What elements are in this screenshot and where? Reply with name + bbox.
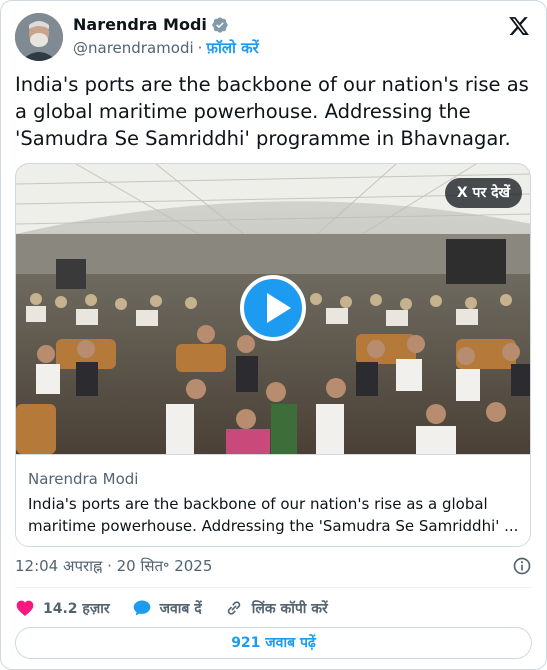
embedded-post-card: Narendra Modi @narendramodi · फ़ॉलो करें… xyxy=(0,0,547,670)
post-text: India's ports are the backbone of our na… xyxy=(15,73,529,150)
action-bar: 14.2 हज़ार जवाब दें लिंक कॉपी करें xyxy=(15,595,532,621)
info-icon[interactable] xyxy=(512,556,532,576)
verified-badge-icon xyxy=(212,16,228,33)
video-thumbnail[interactable]: X पर देखें xyxy=(16,164,530,454)
name-row: Narendra Modi xyxy=(73,15,229,34)
watch-on-x-button[interactable]: X पर देखें xyxy=(444,178,522,208)
like-button[interactable]: 14.2 हज़ार xyxy=(15,598,110,618)
handle-row: @narendramodi · फ़ॉलो करें xyxy=(73,38,259,58)
avatar[interactable] xyxy=(15,13,63,61)
reply-button[interactable]: जवाब दें xyxy=(132,598,202,618)
copy-link-button[interactable]: लिंक कॉपी करें xyxy=(224,598,328,618)
play-icon xyxy=(267,293,291,323)
link-icon xyxy=(227,601,240,615)
link-preview-description: India's ports are the backbone of our na… xyxy=(28,495,519,535)
x-logo-icon[interactable] xyxy=(508,15,530,37)
like-count: 14.2 हज़ार xyxy=(43,600,110,617)
media-card[interactable]: X पर देखें Narendra Modi India's ports a… xyxy=(15,163,531,547)
speech-bubble-icon xyxy=(133,600,150,616)
copy-link-label: लिंक कॉपी करें xyxy=(251,600,328,617)
divider xyxy=(15,587,532,588)
follow-button[interactable]: फ़ॉलो करें xyxy=(206,38,258,58)
link-preview[interactable]: Narendra Modi India's ports are the back… xyxy=(16,454,530,546)
post-header: Narendra Modi @narendramodi · फ़ॉलो करें xyxy=(15,13,532,61)
author-handle[interactable]: @narendramodi xyxy=(73,39,194,57)
reply-label: जवाब दें xyxy=(159,600,202,617)
heart-icon xyxy=(16,600,34,616)
play-button[interactable] xyxy=(240,275,306,341)
timestamp[interactable]: 12:04 अपराह्न · 20 सित॰ 2025 xyxy=(15,556,212,576)
link-preview-site: Narendra Modi xyxy=(28,470,139,488)
separator: · xyxy=(197,39,203,57)
read-replies-button[interactable]: 921 जवाब पढ़ें xyxy=(15,627,532,659)
timestamp-row: 12:04 अपराह्न · 20 सित॰ 2025 xyxy=(15,555,532,577)
author-name[interactable]: Narendra Modi xyxy=(73,15,207,34)
